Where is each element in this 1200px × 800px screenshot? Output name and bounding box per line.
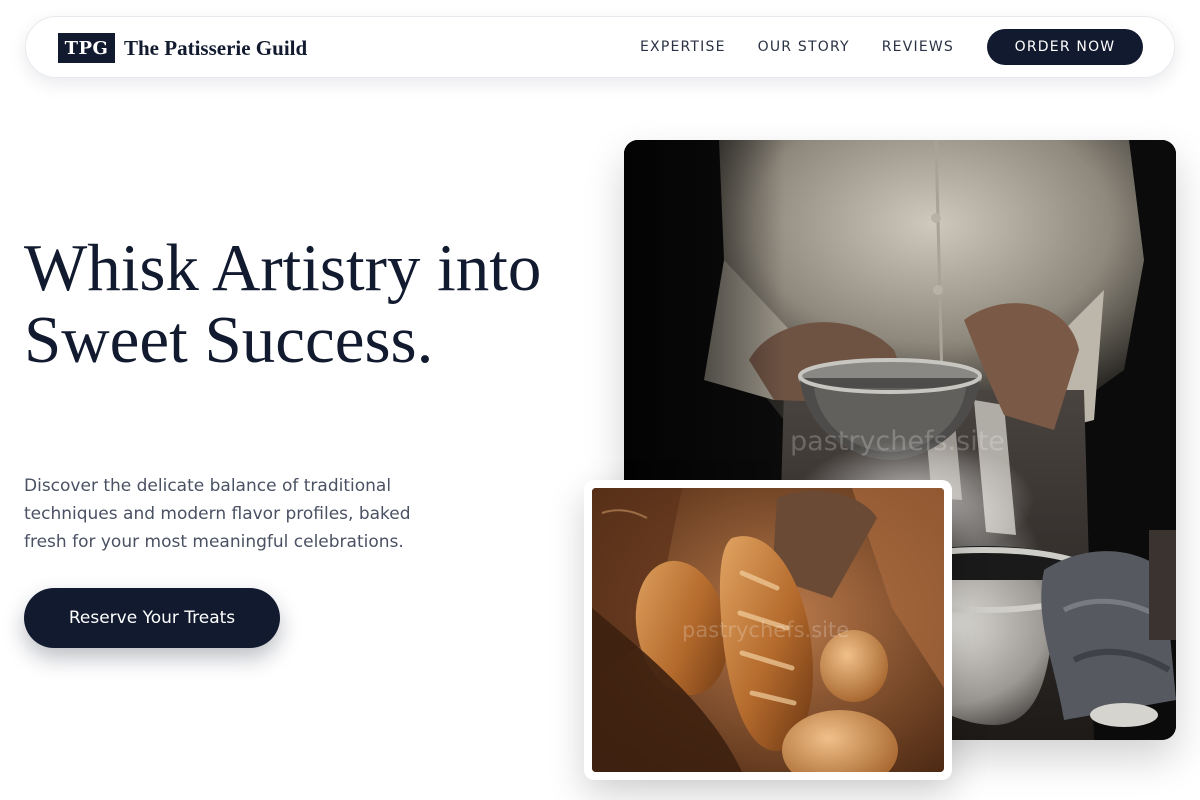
nav-link-our-story[interactable]: OUR STORY (758, 39, 850, 55)
brand-name[interactable]: The Patisserie Guild (124, 36, 307, 61)
hero-description: Discover the delicate balance of traditi… (24, 476, 411, 552)
order-now-button[interactable]: ORDER NOW (987, 29, 1143, 65)
secondary-photo-frame: pastrychefs.site (584, 480, 952, 780)
secondary-photo-breads: pastrychefs.site (592, 488, 944, 772)
reserve-treats-button[interactable]: Reserve Your Treats (24, 588, 280, 648)
logo-mark[interactable]: TPG (58, 33, 115, 63)
top-navbar: TPG The Patisserie Guild EXPERTISE OUR S… (25, 16, 1175, 78)
nav-links: EXPERTISE OUR STORY REVIEWS (640, 17, 954, 77)
nav-link-reviews[interactable]: REVIEWS (882, 39, 954, 55)
breads-illustration (592, 488, 944, 772)
nav-link-expertise[interactable]: EXPERTISE (640, 39, 726, 55)
hero-title: Whisk Artistry into Sweet Success. (24, 231, 542, 377)
